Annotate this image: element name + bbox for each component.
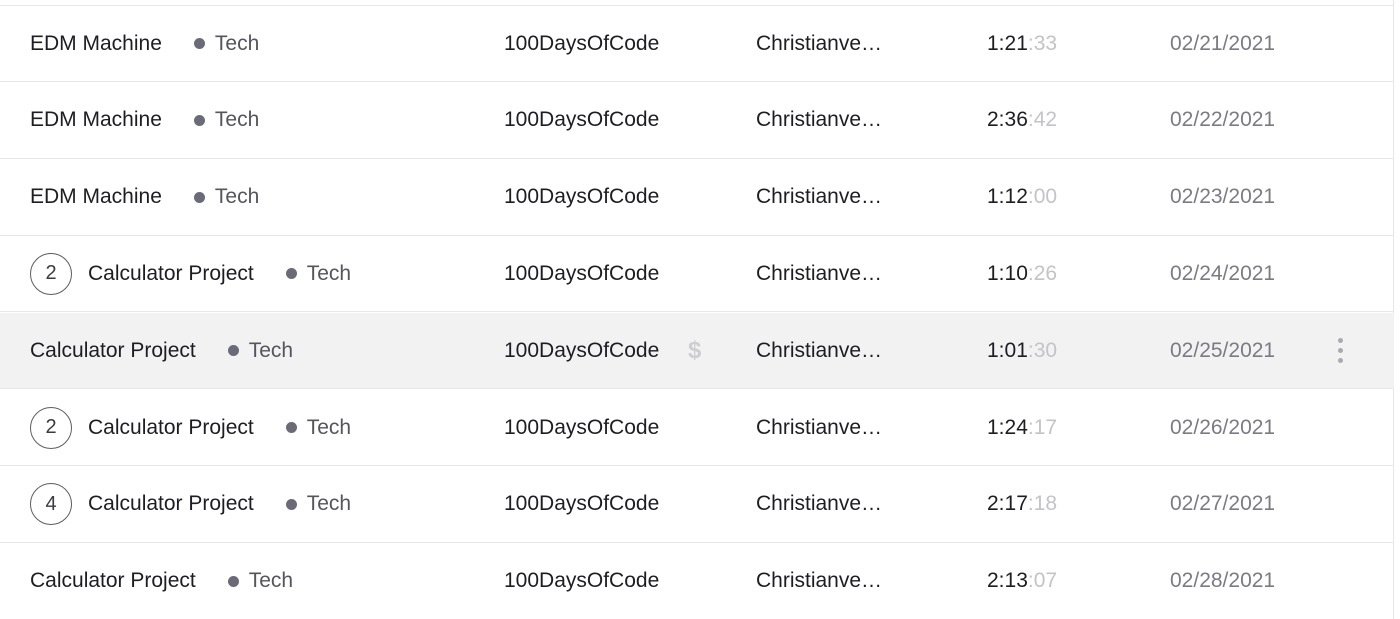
group-count-badge[interactable]: 2: [30, 252, 72, 295]
duration-main: 2:13: [987, 569, 1028, 593]
entry-user: Christianveg…: [756, 31, 890, 55]
entry-project[interactable]: Tech: [249, 569, 293, 593]
project-color-dot: [285, 268, 297, 280]
group-count-badge[interactable]: 4: [30, 483, 72, 526]
entry-tag[interactable]: 100DaysOfCode: [504, 467, 659, 542]
entry-date[interactable]: 02/23/2021: [1170, 160, 1275, 235]
entry-description[interactable]: EDM Machine: [30, 185, 162, 209]
entry-date[interactable]: 02/27/2021: [1170, 467, 1275, 542]
entry-duration[interactable]: 1:24:17: [987, 390, 1057, 465]
entry-user: Christianveg…: [756, 108, 890, 132]
entry-description[interactable]: Calculator Project: [30, 339, 196, 363]
duration-seconds: :26: [1027, 261, 1058, 285]
project-color-dot: [227, 345, 239, 357]
entry-tag[interactable]: 100DaysOfCode: [504, 160, 659, 235]
entry-project[interactable]: Tech: [215, 185, 259, 209]
entry-date[interactable]: 02/28/2021: [1170, 544, 1275, 619]
entry-project[interactable]: Tech: [307, 492, 351, 516]
group-count-badge[interactable]: 2: [30, 406, 72, 449]
project-color-dot: [193, 191, 205, 203]
entry-tag[interactable]: 100DaysOfCode: [504, 390, 659, 465]
duration-main: 1:24: [987, 415, 1028, 439]
entry-date[interactable]: 02/21/2021: [1170, 6, 1275, 81]
project-color-dot: [285, 422, 297, 433]
entry-description[interactable]: EDM Machine: [30, 108, 162, 132]
duration-seconds: :30: [1027, 338, 1058, 362]
entry-description-cell[interactable]: 2 Calculator Project Tech: [30, 236, 351, 311]
duration-main: 1:10: [987, 261, 1028, 285]
entry-description-cell[interactable]: EDM Machine Tech: [30, 160, 259, 235]
entry-description-cell[interactable]: 2 Calculator Project Tech: [30, 390, 351, 465]
entry-description-cell[interactable]: EDM Machine Tech: [30, 6, 259, 81]
entry-user: Christianveg…: [756, 185, 890, 209]
project-color-dot: [193, 114, 205, 126]
duration-seconds: :18: [1027, 492, 1058, 516]
time-entry-row[interactable]: Calculator Project Tech 100DaysOfCode $ Chri…: [0, 313, 1394, 390]
duration-seconds: :17: [1027, 415, 1058, 439]
entry-description-cell[interactable]: Calculator Project Tech: [30, 544, 293, 619]
entry-duration[interactable]: 2:17:18: [987, 467, 1057, 542]
entry-description[interactable]: Calculator Project: [30, 569, 196, 593]
time-entry-row[interactable]: EDM Machine Tech 100DaysOfCode Christianveg…: [0, 6, 1394, 82]
entry-duration[interactable]: 1:21:33: [987, 6, 1057, 81]
time-entry-row[interactable]: 2 Calculator Project Tech 100DaysOfCode Chri…: [0, 390, 1394, 466]
entry-tag[interactable]: 100DaysOfCode: [504, 236, 659, 311]
entry-description-cell[interactable]: EDM Machine Tech: [30, 83, 259, 158]
entry-duration[interactable]: 2:36:42: [987, 83, 1057, 158]
entry-description[interactable]: EDM Machine: [30, 32, 162, 56]
entry-project[interactable]: Tech: [215, 32, 259, 56]
entry-description-cell[interactable]: Calculator Project Tech: [30, 313, 293, 388]
entry-description[interactable]: Calculator Project: [88, 416, 254, 440]
entry-project[interactable]: Tech: [249, 339, 293, 363]
entry-duration[interactable]: 1:12:00: [987, 160, 1057, 235]
duration-main: 2:36: [987, 108, 1028, 132]
entry-project[interactable]: Tech: [215, 108, 259, 132]
entry-date[interactable]: 02/24/2021: [1170, 236, 1275, 311]
entry-tag[interactable]: 100DaysOfCode: [504, 544, 659, 619]
entry-tag[interactable]: 100DaysOfCode: [504, 313, 659, 388]
entry-project[interactable]: Tech: [307, 416, 351, 440]
duration-main: 2:17: [987, 492, 1028, 516]
entry-project[interactable]: Tech: [307, 262, 351, 286]
duration-main: 1:21: [987, 31, 1028, 55]
time-entry-row[interactable]: EDM Machine Tech 100DaysOfCode Christianveg…: [0, 83, 1394, 159]
entry-description[interactable]: Calculator Project: [88, 262, 254, 286]
entry-description[interactable]: Calculator Project: [88, 492, 254, 516]
project-color-dot: [285, 498, 297, 510]
entry-user: Christianveg…: [756, 569, 890, 593]
time-entry-row[interactable]: 2 Calculator Project Tech 100DaysOfCode Chri…: [0, 236, 1394, 313]
entry-user: Christianveg…: [756, 492, 890, 516]
duration-seconds: :42: [1027, 108, 1058, 132]
time-entries-list: EDM Machine Tech 100DaysOfCode Christianveg…: [0, 0, 1394, 619]
entry-tag[interactable]: 100DaysOfCode: [504, 6, 659, 81]
duration-main: 1:01: [987, 338, 1028, 362]
project-color-dot: [227, 575, 239, 587]
duration-seconds: :00: [1027, 185, 1058, 209]
entry-user: Christianveg…: [756, 261, 890, 285]
project-color-dot: [193, 38, 205, 49]
entry-tag[interactable]: 100DaysOfCode: [504, 83, 659, 158]
entry-date[interactable]: 02/25/2021: [1170, 313, 1275, 388]
more-vertical-icon[interactable]: [1326, 313, 1354, 388]
entry-duration[interactable]: 1:10:26: [987, 236, 1057, 311]
entry-user: Christianveg…: [756, 415, 890, 439]
duration-main: 1:12: [987, 185, 1028, 209]
duration-seconds: :33: [1027, 31, 1058, 55]
duration-seconds: :07: [1027, 569, 1058, 593]
time-entry-row[interactable]: Calculator Project Tech 100DaysOfCode Chris…: [0, 544, 1394, 619]
entry-user: Christianveg…: [756, 338, 890, 362]
entry-duration[interactable]: 1:01:30: [987, 313, 1057, 388]
dollar-icon[interactable]: $: [688, 313, 701, 388]
entry-date[interactable]: 02/26/2021: [1170, 390, 1275, 465]
entry-date[interactable]: 02/22/2021: [1170, 83, 1275, 158]
time-entry-row[interactable]: 4 Calculator Project Tech 100DaysOfCode Chri…: [0, 467, 1394, 543]
time-entry-row[interactable]: EDM Machine Tech 100DaysOfCode Christianveg…: [0, 160, 1394, 236]
entry-description-cell[interactable]: 4 Calculator Project Tech: [30, 467, 351, 542]
entry-duration[interactable]: 2:13:07: [987, 544, 1057, 619]
